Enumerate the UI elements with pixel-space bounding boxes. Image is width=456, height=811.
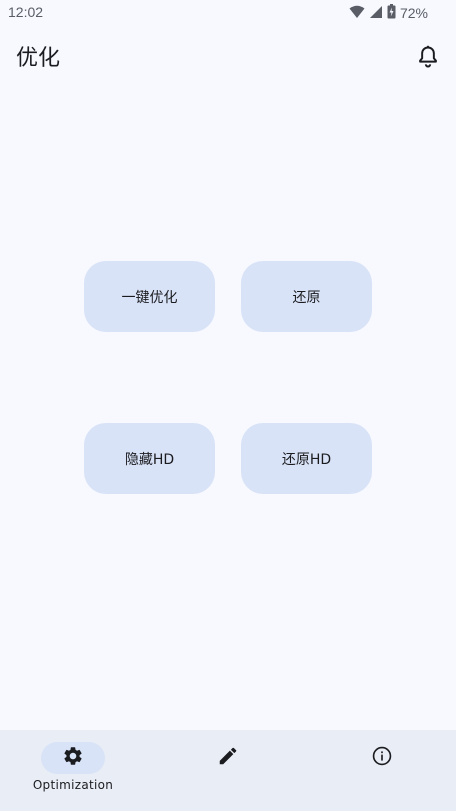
- optimize-button[interactable]: 一键优化: [84, 261, 215, 332]
- nav-item-edit[interactable]: [177, 730, 279, 811]
- restore-hd-button-label: 还原HD: [281, 451, 332, 468]
- nav-item-optimization[interactable]: Optimization: [22, 730, 124, 811]
- top-app-bar: 优化: [0, 30, 456, 82]
- nav-active-indicator: [41, 742, 105, 774]
- bottom-navigation: Optimization: [0, 730, 456, 811]
- restore-button-label: 还原: [292, 289, 321, 306]
- page-title: 优化: [16, 46, 61, 71]
- hide-hd-button[interactable]: 隐藏HD: [84, 423, 215, 494]
- status-bar: 12:02 72%: [0, 0, 456, 26]
- info-icon: [371, 745, 393, 771]
- hide-hd-button-label: 隐藏HD: [124, 451, 175, 468]
- wifi-icon: [349, 5, 365, 22]
- status-time: 12:02: [8, 4, 44, 20]
- nav-label-optimization: Optimization: [32, 778, 114, 792]
- bell-icon[interactable]: [415, 44, 441, 70]
- battery-percent: 72%: [399, 5, 428, 21]
- nav-item-about[interactable]: [331, 730, 433, 811]
- gear-icon: [62, 745, 84, 771]
- signal-icon: [369, 5, 383, 22]
- nav-pill-edit: [196, 742, 260, 774]
- restore-button[interactable]: 还原: [241, 261, 372, 332]
- nav-pill-about: [350, 742, 414, 774]
- status-icons: 72%: [349, 4, 428, 22]
- battery-icon: [387, 4, 396, 22]
- restore-hd-button[interactable]: 还原HD: [241, 423, 372, 494]
- optimize-button-label: 一键优化: [121, 289, 178, 306]
- edit-icon: [217, 745, 239, 771]
